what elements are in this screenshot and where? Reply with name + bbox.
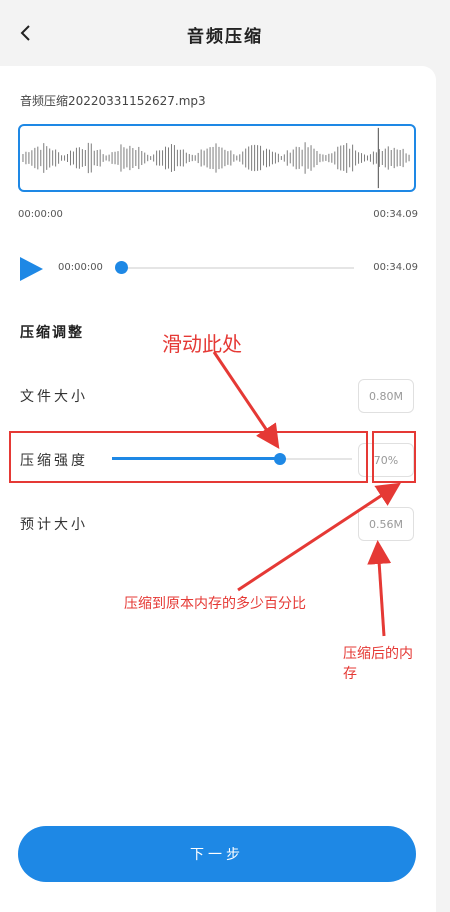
waveform-graph bbox=[22, 127, 410, 189]
next-step-button[interactable]: 下一步 bbox=[18, 826, 416, 882]
waveform-panel[interactable] bbox=[18, 124, 416, 192]
annotation-after-size-2: 存 bbox=[343, 666, 357, 682]
play-button[interactable] bbox=[18, 256, 44, 282]
annotation-slide-here: 滑动此处 bbox=[162, 332, 242, 356]
page: 音频压缩 音频压缩20220331152627.mp3 00:00:00 00:… bbox=[0, 0, 450, 912]
section-title: 压缩调整 bbox=[20, 325, 84, 341]
player-duration: 00:34.09 bbox=[373, 262, 418, 273]
estimate-size-label: 预计大小 bbox=[20, 517, 88, 533]
file-size-label: 文件大小 bbox=[20, 389, 88, 405]
waveform-start-time: 00:00:00 bbox=[18, 209, 63, 220]
estimate-size-value: 0.56M bbox=[358, 507, 414, 541]
slider-highlight-box bbox=[9, 431, 368, 483]
content-card bbox=[0, 66, 436, 912]
player-current-time: 00:00:00 bbox=[58, 262, 103, 273]
file-size-value: 0.80M bbox=[358, 379, 414, 413]
page-title: 音频压缩 bbox=[187, 27, 263, 47]
player-progress-thumb[interactable] bbox=[115, 261, 128, 274]
annotation-after-size-1: 压缩后的内 bbox=[343, 646, 413, 662]
header-bar: 音频压缩 bbox=[0, 0, 450, 66]
play-icon bbox=[20, 257, 43, 281]
annotation-compress-percent: 压缩到原本内存的多少百分比 bbox=[124, 596, 306, 612]
waveform-end-time: 00:34.09 bbox=[373, 209, 418, 220]
file-name: 音频压缩20220331152627.mp3 bbox=[20, 94, 206, 108]
percent-highlight-box bbox=[372, 431, 416, 483]
player-progress-track[interactable] bbox=[122, 267, 354, 269]
